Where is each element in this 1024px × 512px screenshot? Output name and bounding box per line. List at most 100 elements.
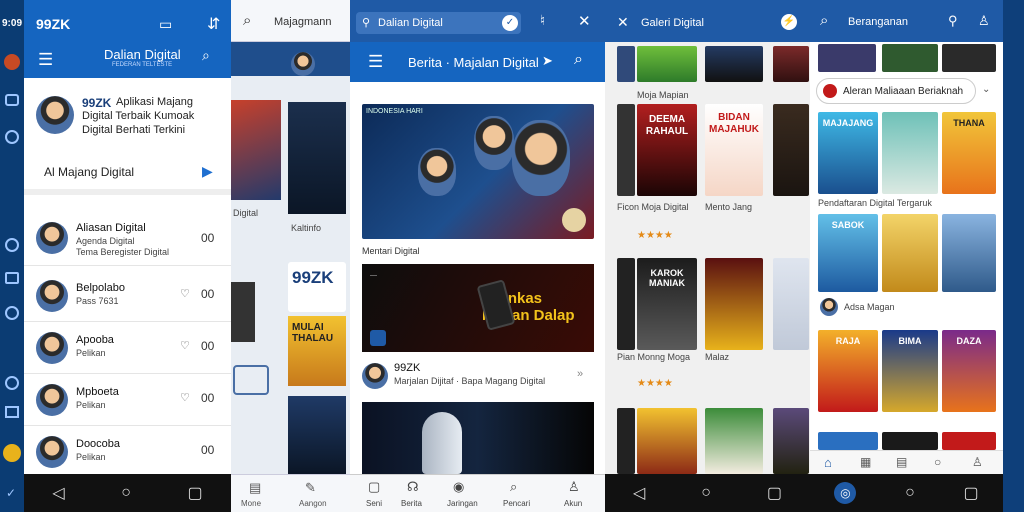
nav-label[interactable]: Pencari [503,499,530,508]
poster-image[interactable]: BIMA [882,330,938,412]
heart-icon[interactable]: ♡ [180,339,190,352]
tab-icon[interactable]: ▭ [159,16,172,33]
recents-icon[interactable]: ▢ [964,483,979,503]
doc-icon[interactable]: ▤ [896,455,907,469]
play-icon[interactable] [562,208,586,232]
close-icon[interactable]: ✕ [617,14,629,31]
poster-image[interactable] [617,104,635,196]
image-icon[interactable] [5,406,19,418]
poster-image[interactable] [882,44,938,72]
heart-icon[interactable]: ♡ [180,287,190,300]
list-item[interactable]: Belpolabo Pass 7631 ♡ 00 [24,270,231,322]
home-icon[interactable]: ○ [121,484,131,502]
play-icon[interactable]: ▶ [202,163,213,180]
poster-image[interactable]: THANA [942,112,996,194]
poster-image[interactable] [942,44,996,72]
poster-image[interactable] [617,408,635,474]
poster-image[interactable] [617,258,635,350]
poster-image[interactable] [705,408,763,474]
headset-icon[interactable]: ☊ [407,479,419,495]
pin-icon[interactable]: ⚲ [948,13,958,29]
messenger-icon[interactable]: ⚡ [781,14,797,30]
profile-icon[interactable]: ♙ [568,479,580,495]
poster-image[interactable]: DAZA [942,330,996,412]
card[interactable]: 99ZK [288,262,346,312]
nav-label[interactable]: Akun [564,499,582,508]
home-icon[interactable]: ⌂ [824,455,832,470]
send-icon[interactable]: ➤ [542,53,553,69]
grid-icon[interactable]: ▦ [860,455,871,469]
list-item[interactable]: Mpboeta Pelikan ♡ 00 [24,374,231,426]
edit-icon[interactable]: ✎ [305,480,316,496]
check-icon[interactable]: ✓ [502,15,518,31]
source-row[interactable]: 99ZK Marjalan Dijitaf · Bapa Magang Digi… [362,360,594,394]
poster-image[interactable]: MAJAJANG [818,112,878,194]
record-icon[interactable] [4,54,20,70]
poster-image[interactable] [882,214,938,292]
doc-icon[interactable]: ▢ [368,479,380,495]
profile-icon[interactable]: ♙ [972,455,983,469]
hero-image[interactable]: INDONESIA HARI [362,104,594,239]
chevron-down-icon[interactable]: ⌄ [982,84,990,95]
search-icon[interactable]: ⌕ [820,12,828,29]
compass-icon[interactable] [5,306,19,320]
settings-icon[interactable] [5,130,19,144]
poster-image[interactable] [942,432,996,450]
search-icon[interactable]: ⌕ [202,47,210,64]
list-item[interactable]: Apooba Pelikan ♡ 00 [24,322,231,374]
chevron-right-icon[interactable]: » [577,368,583,380]
poster-image[interactable] [773,408,809,474]
message-icon[interactable] [5,94,19,106]
list-item[interactable]: Doocoba Pelikan 00 [24,426,231,478]
banner-ad[interactable]: — Mojnkas Maban Dalap [362,264,594,352]
nav-label[interactable]: Aangon [299,499,327,508]
assistant-icon[interactable]: ◎ [834,482,857,504]
nav-label[interactable]: Mone [241,499,261,508]
refresh-icon[interactable] [5,376,19,390]
poster-image[interactable] [288,396,346,474]
poster-image[interactable] [637,408,697,474]
poster-image[interactable] [288,102,346,214]
poster-image[interactable] [882,112,938,194]
nav-label[interactable]: Jaringan [447,499,478,508]
search-bar[interactable]: ⌕ Majagmann [231,0,350,42]
profile-icon[interactable]: ♙ [978,13,990,29]
poster-image[interactable] [773,258,809,350]
poster-image[interactable] [942,214,996,292]
menu-icon[interactable]: ☰ [38,50,53,70]
recents-icon[interactable]: ▢ [188,483,203,503]
circle-icon[interactable]: ○ [934,455,941,469]
mic-icon[interactable]: ♮ [540,12,545,29]
back-icon[interactable]: ◁ [633,483,645,503]
coin-icon[interactable] [3,444,21,462]
poster-image[interactable] [773,46,809,82]
search-icon[interactable]: ⌕ [510,479,517,495]
poster-image[interactable]: KAROK MANIAK [637,258,697,350]
home-icon[interactable]: ○ [905,484,915,502]
poster-image[interactable]: BIDAN MAJAHUK [705,104,763,196]
poster-image[interactable] [705,46,763,82]
power-icon[interactable] [5,238,19,252]
nav-label[interactable]: Seni [366,499,382,508]
poster-image[interactable] [637,46,697,82]
chip[interactable] [233,365,269,395]
back-icon[interactable]: ◁ [52,483,64,503]
search-icon[interactable]: ⌕ [243,12,251,29]
search-icon[interactable]: ⌕ [574,51,583,69]
heart-icon[interactable]: ♡ [180,391,190,404]
poster-image[interactable] [818,44,876,72]
recents-icon[interactable]: ▢ [767,483,782,503]
home-icon[interactable]: ○ [701,484,711,502]
poster-image[interactable]: SABOK [818,214,878,292]
poster-image[interactable]: RAJA [818,330,878,412]
doc-icon[interactable]: ▤ [249,480,261,496]
space-image[interactable] [362,402,594,474]
poster-image[interactable] [705,258,763,350]
card[interactable]: MULAI THALAU [288,316,346,386]
menu-icon[interactable]: ☰ [368,52,383,72]
poster-image[interactable] [617,46,635,82]
url-field[interactable]: ⚲ Dalian Digital ✓ [356,12,521,34]
filter-chip[interactable]: Aleran Maliaaan Beriaknah [816,78,976,104]
poster-image[interactable] [882,432,938,450]
poster-image[interactable] [818,432,878,450]
